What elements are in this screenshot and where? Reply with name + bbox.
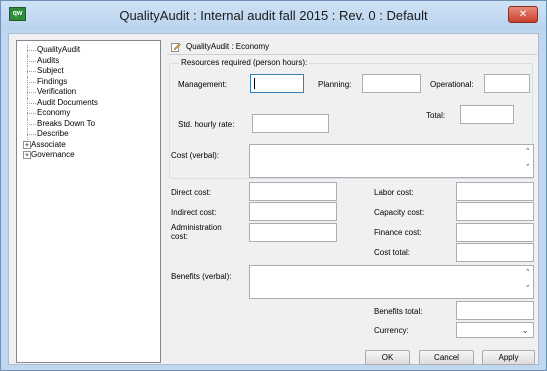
tree-item-label: Findings <box>37 76 68 86</box>
cost-verbal-label: Cost (verbal): <box>171 151 220 160</box>
breadcrumb-divider <box>167 54 537 55</box>
tree-item-label: Audits <box>37 55 60 65</box>
tree-item-label: Subject <box>37 66 64 75</box>
tree-item-verification[interactable]: Verification <box>17 87 160 98</box>
tree-connector <box>27 45 37 56</box>
tree-item-label: Audit Documents <box>37 97 98 107</box>
operational-label: Operational: <box>430 80 474 89</box>
capacity-cost-field[interactable] <box>456 202 534 221</box>
expand-plus-icon[interactable]: + <box>23 151 31 159</box>
resources-group-title: Resources required (person hours): <box>179 58 310 67</box>
administration-cost-field[interactable] <box>249 223 337 242</box>
tree-item-label: Associate <box>31 139 66 149</box>
navigation-tree[interactable]: QualityAudit Audits Subject Findings Ver… <box>16 40 161 363</box>
tree-connector <box>27 108 37 119</box>
operational-field[interactable] <box>484 74 530 93</box>
benefits-total-label: Benefits total: <box>374 307 423 316</box>
apply-button[interactable]: Apply <box>482 350 535 365</box>
edit-document-icon <box>171 43 181 52</box>
chevron-down-icon[interactable]: ⌄ <box>521 326 529 336</box>
currency-label: Currency: <box>374 326 409 335</box>
tree-connector <box>27 55 37 67</box>
benefits-verbal-label: Benefits (verbal): <box>171 272 232 281</box>
currency-select[interactable]: ⌄ <box>456 322 534 338</box>
indirect-cost-field[interactable] <box>249 202 337 221</box>
scroll-down-icon[interactable]: ˅ <box>526 164 531 174</box>
planning-label: Planning: <box>318 80 352 89</box>
expand-plus-icon[interactable]: + <box>23 140 31 149</box>
benefits-verbal-textarea[interactable]: ˄ ˅ <box>249 265 534 299</box>
capacity-cost-label: Capacity cost: <box>374 208 425 217</box>
cost-total-field[interactable] <box>456 243 534 262</box>
planning-field[interactable] <box>362 74 421 93</box>
tree-item-label: Describe <box>37 129 69 138</box>
tree-item-label: Breaks Down To <box>37 118 96 128</box>
text-caret <box>254 78 255 89</box>
tree-item-governance[interactable]: + Governance <box>17 150 160 161</box>
tree-connector <box>27 66 37 77</box>
tree-connector <box>27 129 37 140</box>
tree-item-breaks-down-to[interactable]: Breaks Down To <box>17 118 160 130</box>
labor-cost-label: Labor cost: <box>374 188 414 197</box>
tree-item-qualityaudit[interactable]: QualityAudit <box>17 45 160 56</box>
administration-cost-label-line2: cost: <box>171 232 188 241</box>
std-hourly-rate-field[interactable] <box>252 114 329 133</box>
cost-verbal-textarea[interactable]: ˄ ˅ <box>249 144 534 178</box>
tree-item-economy[interactable]: Economy <box>17 108 160 119</box>
finance-cost-field[interactable] <box>456 223 534 242</box>
scroll-down-icon[interactable]: ˅ <box>526 285 531 295</box>
window-title: QualityAudit : Internal audit fall 2015 … <box>119 8 428 23</box>
dialog-client-area: QualityAudit Audits Subject Findings Ver… <box>8 33 539 365</box>
finance-cost-label: Finance cost: <box>374 228 422 237</box>
app-window: qw QualityAudit : Internal audit fall 20… <box>0 0 547 371</box>
tree-connector <box>27 118 37 130</box>
direct-cost-field[interactable] <box>249 182 337 201</box>
management-field[interactable] <box>250 74 304 93</box>
labor-cost-field[interactable] <box>456 182 534 201</box>
tree-connector <box>27 76 37 88</box>
tree-item-audit-documents[interactable]: Audit Documents <box>17 97 160 109</box>
administration-cost-label-line1: Administration <box>171 223 222 232</box>
tree-item-label: Verification <box>37 87 77 96</box>
direct-cost-label: Direct cost: <box>171 188 212 197</box>
close-button[interactable]: ✕ <box>508 6 538 23</box>
tree-item-label: QualityAudit <box>37 45 81 54</box>
tree-connector <box>27 87 37 98</box>
indirect-cost-label: Indirect cost: <box>171 208 217 217</box>
management-label: Management: <box>178 80 227 89</box>
total-label: Total: <box>426 111 446 120</box>
tree-connector <box>27 97 37 109</box>
tree-item-describe[interactable]: Describe <box>17 129 160 140</box>
tree-item-associate[interactable]: + Associate <box>17 140 160 151</box>
cost-total-label: Cost total: <box>374 248 411 257</box>
tree-item-label: Economy <box>37 108 71 119</box>
tree-item-findings[interactable]: Findings <box>17 76 160 88</box>
scroll-up-icon[interactable]: ˄ <box>526 148 531 158</box>
breadcrumb-text: QualityAudit : Economy <box>186 42 270 51</box>
tree-item-audits[interactable]: Audits <box>17 55 160 67</box>
std-hourly-rate-label: Std. hourly rate: <box>178 120 235 129</box>
tree-item-label: Governance <box>31 150 75 159</box>
cancel-button[interactable]: Cancel <box>419 350 474 365</box>
scroll-up-icon[interactable]: ˄ <box>526 269 531 279</box>
title-bar[interactable]: qw QualityAudit : Internal audit fall 20… <box>1 1 546 31</box>
economy-panel: QualityAudit : Economy Resources require… <box>167 40 537 346</box>
tree-item-subject[interactable]: Subject <box>17 66 160 77</box>
total-field[interactable] <box>460 105 514 124</box>
ok-button[interactable]: OK <box>365 350 410 365</box>
benefits-total-field[interactable] <box>456 301 534 320</box>
